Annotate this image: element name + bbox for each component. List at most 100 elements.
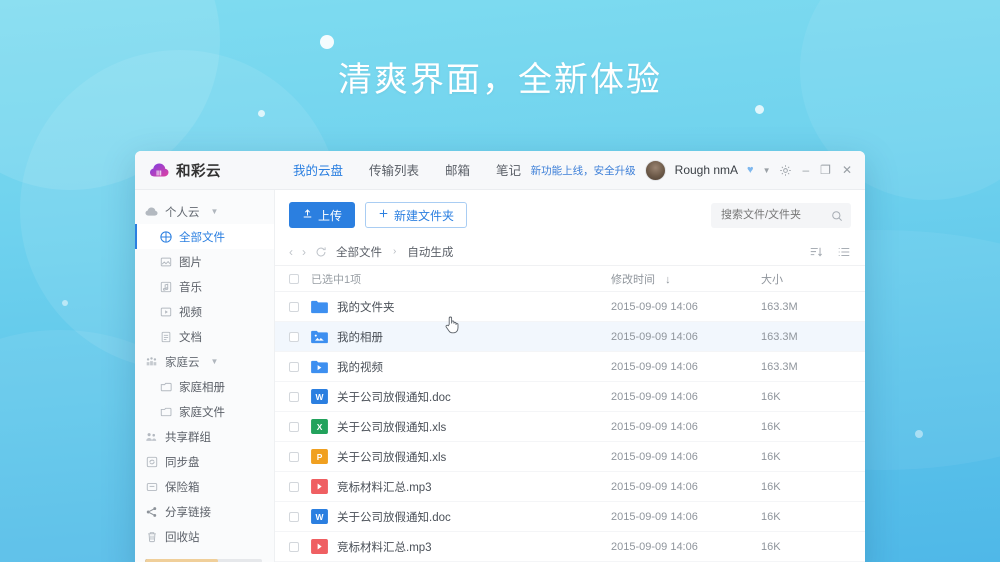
file-size-cell: 16K (761, 391, 851, 403)
table-row[interactable]: 我的文件夹2015-09-09 14:06163.3M (275, 292, 865, 322)
sidebar-item-safe-box[interactable]: 保险箱 (135, 474, 274, 499)
sidebar-item-label: 个人云 (165, 204, 200, 220)
close-icon[interactable]: ✕ (841, 164, 853, 176)
sidebar-item-label: 文档 (179, 329, 202, 345)
file-list: 我的文件夹2015-09-09 14:06163.3M我的相册2015-09-0… (275, 292, 865, 562)
list-header: 已选中1项 修改时间 ↓ 大小 (275, 266, 865, 292)
audio-file-icon (311, 479, 328, 494)
list-view-icon[interactable] (837, 245, 851, 259)
svg-text:X: X (317, 422, 323, 432)
decorative-dot (915, 430, 923, 438)
sync-icon (145, 455, 158, 468)
sidebar-item-pictures[interactable]: 图片 (135, 249, 274, 274)
refresh-icon[interactable] (315, 246, 327, 258)
file-name-cell: W关于公司放假通知.doc (311, 389, 611, 405)
table-row[interactable]: X关于公司放假通知.xls2015-09-09 14:0616K (275, 412, 865, 442)
safe-box-icon (145, 480, 158, 493)
sidebar-item-shared-groups[interactable]: 共享群组 (135, 424, 274, 449)
view-tools (809, 245, 851, 259)
file-name-cell: W关于公司放假通知.doc (311, 509, 611, 525)
row-checkbox[interactable] (289, 482, 311, 492)
sidebar-item-share-links[interactable]: 分享链接 (135, 499, 274, 524)
sidebar-item-label: 家庭文件 (179, 404, 225, 420)
maximize-icon[interactable]: ❐ (819, 164, 832, 176)
sidebar-item-videos[interactable]: 视频 (135, 299, 274, 324)
row-checkbox[interactable] (289, 392, 311, 402)
table-row[interactable]: P关于公司放假通知.xls2015-09-09 14:0616K (275, 442, 865, 472)
chevron-right-icon[interactable]: › (302, 245, 306, 259)
new-folder-button-label: 新建文件夹 (394, 207, 454, 224)
sidebar-item-documents[interactable]: 文档 (135, 324, 274, 349)
table-row[interactable]: 竞标材料汇总.mp32015-09-09 14:0616K (275, 532, 865, 562)
chevron-down-icon[interactable]: ▼ (211, 357, 219, 366)
file-name-label: 关于公司放假通知.xls (337, 419, 446, 435)
action-toolbar: 上传 新建文件夹 (275, 190, 865, 238)
file-date-cell: 2015-09-09 14:06 (611, 361, 761, 373)
row-checkbox[interactable] (289, 422, 311, 432)
title-bar-right: 新功能上线，安全升级 Rough nmA ♥ ▼ – ❐ ✕ (531, 160, 853, 181)
selection-count-label: 已选中1项 (311, 271, 611, 287)
breadcrumb-separator: › (393, 246, 396, 257)
trash-icon (145, 530, 158, 543)
app-logo[interactable]: 和彩云 (149, 160, 279, 181)
search-input[interactable] (711, 203, 851, 228)
sidebar-item-family-album[interactable]: 家庭相册 (135, 374, 274, 399)
table-row[interactable]: 竞标材料汇总.mp32015-09-09 14:0616K (275, 472, 865, 502)
row-checkbox[interactable] (289, 302, 311, 312)
breadcrumb-item-current[interactable]: 自动生成 (407, 244, 453, 260)
sidebar-item-music[interactable]: 音乐 (135, 274, 274, 299)
nav-transfer-list[interactable]: 传输列表 (369, 160, 419, 181)
select-all-checkbox[interactable] (289, 274, 311, 284)
file-date-cell: 2015-09-09 14:06 (611, 421, 761, 433)
column-header-date[interactable]: 修改时间 ↓ (611, 271, 761, 287)
app-logo-text: 和彩云 (176, 160, 221, 181)
breadcrumb-item-root[interactable]: 全部文件 (336, 244, 382, 260)
vip-badge-icon[interactable]: ♥ (747, 164, 754, 176)
nav-my-cloud[interactable]: 我的云盘 (293, 160, 343, 181)
new-folder-button[interactable]: 新建文件夹 (365, 202, 467, 228)
table-row[interactable]: W关于公司放假通知.doc2015-09-09 14:0616K (275, 382, 865, 412)
file-date-cell: 2015-09-09 14:06 (611, 331, 761, 343)
row-checkbox[interactable] (289, 362, 311, 372)
file-name-cell: 我的相册 (311, 329, 611, 345)
sidebar-item-label: 全部文件 (179, 229, 225, 245)
row-checkbox[interactable] (289, 452, 311, 462)
chevron-down-icon[interactable]: ▼ (763, 166, 771, 175)
file-name-cell: 我的文件夹 (311, 299, 611, 315)
column-header-size[interactable]: 大小 (761, 271, 851, 287)
nav-notes[interactable]: 笔记 (496, 160, 521, 181)
table-row[interactable]: W关于公司放假通知.doc2015-09-09 14:0616K (275, 502, 865, 532)
avatar[interactable] (645, 160, 666, 181)
upload-button[interactable]: 上传 (289, 202, 355, 228)
sidebar-item-sync-disk[interactable]: 同步盘 (135, 449, 274, 474)
family-cloud-icon (145, 355, 158, 368)
cloud-icon (149, 162, 170, 178)
row-checkbox[interactable] (289, 512, 311, 522)
sidebar-item-recycle-bin[interactable]: 回收站 (135, 524, 274, 549)
plus-icon (378, 208, 389, 222)
table-row[interactable]: 我的视频2015-09-09 14:06163.3M (275, 352, 865, 382)
chevron-down-icon[interactable]: ▼ (211, 207, 219, 216)
gear-icon[interactable] (779, 164, 792, 177)
sort-icon[interactable] (809, 245, 823, 259)
sidebar-item-family-cloud[interactable]: 家庭云 ▼ (135, 349, 274, 374)
chevron-left-icon[interactable]: ‹ (289, 245, 293, 259)
word-doc-icon: W (311, 509, 328, 524)
upload-icon (302, 208, 313, 222)
decorative-dot (62, 300, 68, 306)
table-row[interactable]: 我的相册2015-09-09 14:06163.3M (275, 322, 865, 352)
sidebar-item-label: 音乐 (179, 279, 202, 295)
file-date-cell: 2015-09-09 14:06 (611, 301, 761, 313)
nav-mailbox[interactable]: 邮箱 (445, 160, 470, 181)
promo-banner-link[interactable]: 新功能上线，安全升级 (531, 163, 636, 178)
title-bar: 和彩云 我的云盘 传输列表 邮箱 笔记 新功能上线，安全升级 Rough nmA… (135, 151, 865, 190)
search-icon[interactable] (831, 209, 843, 227)
row-checkbox[interactable] (289, 332, 311, 342)
sidebar-item-family-files[interactable]: 家庭文件 (135, 399, 274, 424)
sidebar-item-personal-cloud[interactable]: 个人云 ▼ (135, 199, 274, 224)
sidebar-item-all-files[interactable]: 全部文件 (135, 224, 274, 249)
excel-doc-icon: X (311, 419, 328, 434)
minimize-icon[interactable]: – (801, 164, 810, 176)
row-checkbox[interactable] (289, 542, 311, 552)
sidebar-item-label: 分享链接 (165, 504, 211, 520)
